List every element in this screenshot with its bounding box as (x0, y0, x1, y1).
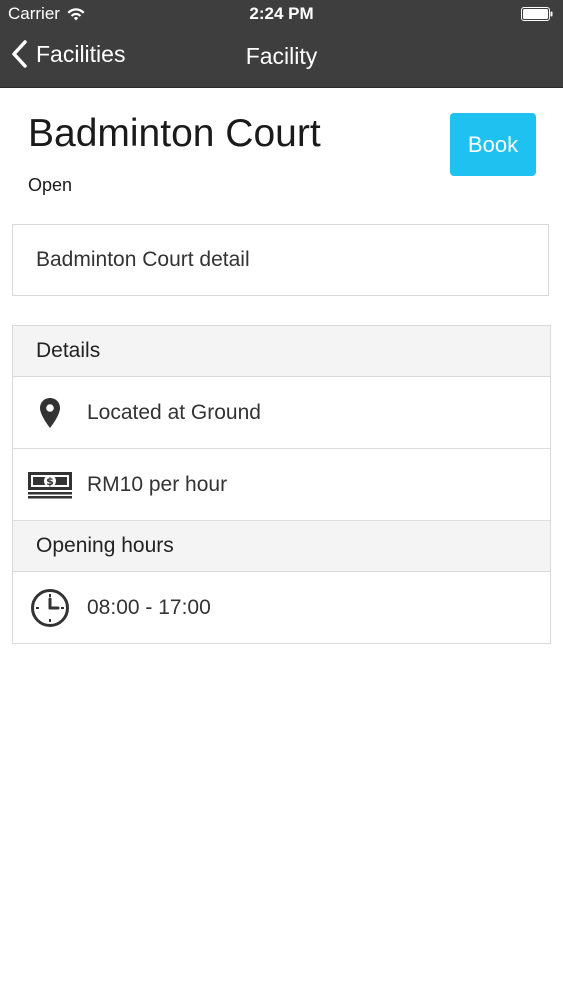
price-row: $ RM10 per hour (13, 449, 550, 521)
opening-hours-section-header: Opening hours (13, 521, 550, 572)
details-section-header: Details (13, 326, 550, 377)
price-text: RM10 per hour (87, 472, 228, 496)
status-time: 2:24 PM (249, 4, 314, 23)
location-pin-icon (13, 397, 87, 429)
hours-row: 08:00 - 17:00 (13, 572, 550, 643)
navigation-bar: Carrier 2:24 PM Facilities Facility (0, 0, 563, 88)
book-button[interactable]: Book (450, 113, 536, 176)
page-title: Facility (245, 43, 318, 69)
location-row: Located at Ground (13, 377, 550, 449)
details-header-label: Details (36, 339, 101, 362)
hours-text: 08:00 - 17:00 (87, 595, 211, 619)
facility-description: Badminton Court detail (12, 224, 549, 296)
facility-name: Badminton Court (28, 112, 321, 155)
money-icon: $ (13, 471, 87, 499)
opening-hours-header-label: Opening hours (36, 534, 174, 557)
description-text: Badminton Court detail (36, 248, 250, 271)
location-text: Located at Ground (87, 400, 261, 424)
clock-icon (13, 588, 87, 628)
facility-info-list: Details Located at Ground $ RM10 per hou… (12, 325, 551, 644)
battery-icon (521, 7, 553, 21)
svg-text:$: $ (46, 475, 54, 488)
facility-status: Open (28, 175, 73, 195)
